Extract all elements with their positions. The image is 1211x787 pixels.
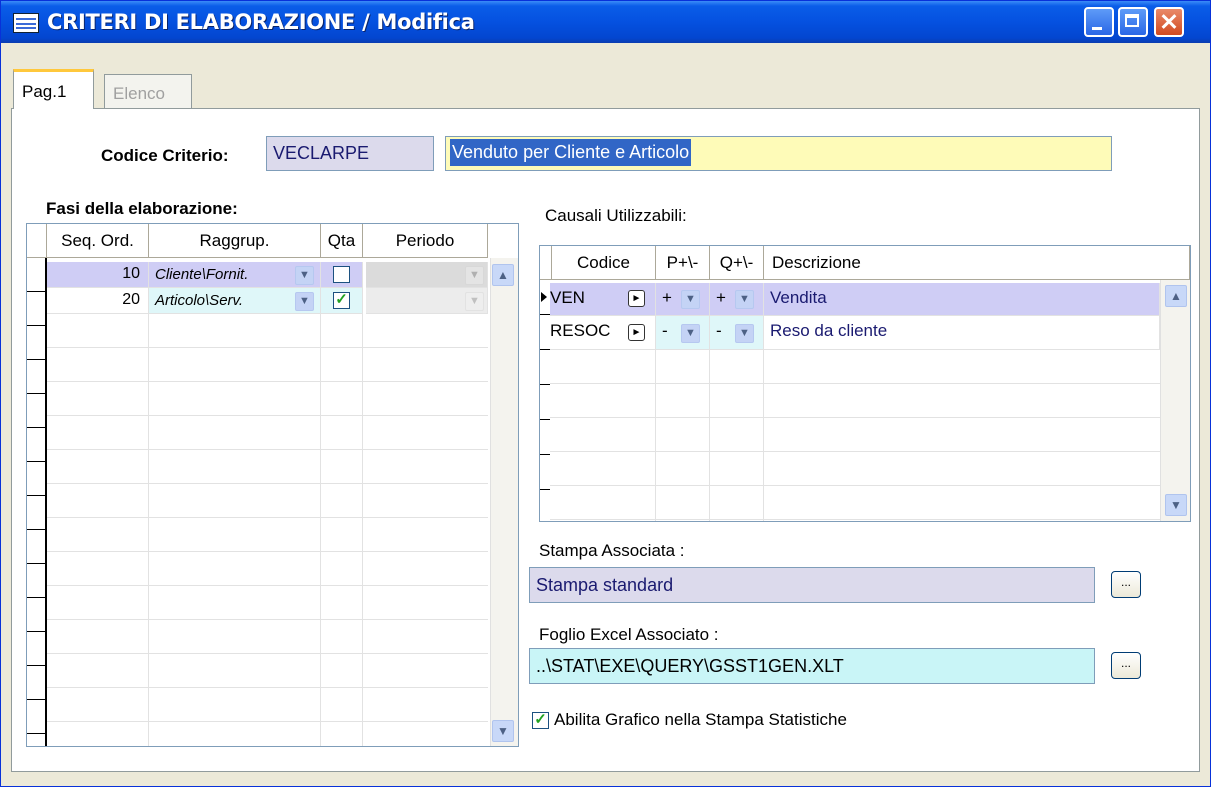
causali-header-p[interactable]: P+\-: [656, 246, 710, 280]
q-dropdown-icon[interactable]: ▼: [735, 290, 754, 309]
p-dropdown-icon[interactable]: ▼: [681, 324, 700, 343]
scroll-down-icon[interactable]: ▼: [1165, 494, 1187, 516]
fasi-header-raggrup[interactable]: Raggrup.: [149, 224, 321, 258]
grafico-checkbox[interactable]: ✓: [532, 712, 549, 729]
table-row-descrizione[interactable]: Reso da cliente: [764, 316, 1160, 350]
stampa-browse-button[interactable]: ...: [1111, 571, 1141, 598]
causali-header-indicator: [540, 246, 552, 280]
fasi-scrollbar[interactable]: ▲ ▼: [490, 258, 518, 746]
scroll-up-icon[interactable]: ▲: [1165, 285, 1187, 307]
window-title: CRITERI DI ELABORAZIONE / Modifica: [47, 10, 475, 34]
app-icon: [13, 13, 39, 33]
jump-link-icon[interactable]: ►: [628, 324, 645, 341]
qta-checkbox[interactable]: ✓: [333, 292, 350, 309]
descrizione-criterio-field[interactable]: Venduto per Cliente e Articolo: [445, 136, 1112, 171]
stampa-associata-field[interactable]: Stampa standard: [529, 567, 1095, 603]
scroll-down-icon[interactable]: ▼: [492, 720, 514, 742]
fasi-empty-rows: [47, 314, 488, 746]
minimize-button[interactable]: [1084, 7, 1114, 37]
stampa-associata-label: Stampa Associata :: [539, 541, 685, 560]
fasi-title: Fasi della elaborazione:: [46, 199, 238, 218]
causali-empty-rows: [550, 350, 1160, 521]
table-row-seq[interactable]: 20: [47, 288, 149, 314]
causali-grid: Codice P+\- Q+\- Descrizione VEN ► + ▼ +…: [539, 245, 1191, 522]
causali-header-codice[interactable]: Codice: [552, 246, 656, 280]
raggrup-dropdown-icon[interactable]: ▼: [295, 266, 314, 285]
excel-browse-button[interactable]: ...: [1111, 652, 1141, 679]
causali-indicator-lines: [540, 280, 550, 521]
raggrup-dropdown-icon[interactable]: ▼: [295, 292, 314, 311]
foglio-excel-field[interactable]: ..\STAT\EXE\QUERY\GSST1GEN.XLT: [529, 648, 1095, 684]
tab-pag1[interactable]: Pag.1: [13, 69, 94, 109]
current-row-icon: [541, 292, 547, 302]
codice-criterio-field[interactable]: VECLARPE: [266, 136, 434, 171]
table-row-descrizione[interactable]: Vendita: [764, 283, 1160, 316]
window: CRITERI DI ELABORAZIONE / Modifica Pag.1…: [0, 0, 1211, 787]
codice-criterio-label: Codice Criterio:: [101, 146, 229, 165]
foglio-excel-label: Foglio Excel Associato :: [539, 625, 719, 644]
maximize-button[interactable]: [1118, 7, 1148, 37]
grafico-label[interactable]: Abilita Grafico nella Stampa Statistiche: [554, 710, 847, 730]
table-row-seq[interactable]: 10: [47, 262, 149, 288]
tab-elenco[interactable]: Elenco: [104, 74, 192, 108]
causali-header-descrizione[interactable]: Descrizione: [764, 246, 1190, 280]
causali-title: Causali Utilizzabili:: [545, 206, 687, 225]
fasi-header-indicator: [27, 224, 47, 258]
fasi-header-qta[interactable]: Qta: [321, 224, 363, 258]
fasi-header-periodo[interactable]: Periodo: [363, 224, 488, 258]
periodo-dropdown-icon[interactable]: ▼: [465, 266, 484, 285]
qta-checkbox[interactable]: [333, 266, 350, 283]
scroll-up-icon[interactable]: ▲: [492, 264, 514, 286]
title-bar[interactable]: CRITERI DI ELABORAZIONE / Modifica: [1, 1, 1210, 43]
fasi-header-seq[interactable]: Seq. Ord.: [47, 224, 149, 258]
p-dropdown-icon[interactable]: ▼: [681, 290, 700, 309]
descrizione-criterio-text: Venduto per Cliente e Articolo: [450, 139, 692, 166]
q-dropdown-icon[interactable]: ▼: [735, 324, 754, 343]
fasi-grid: Seq. Ord. Raggrup. Qta Periodo 10 Client…: [26, 223, 519, 747]
periodo-dropdown-icon[interactable]: ▼: [465, 292, 484, 311]
causali-scrollbar[interactable]: ▲ ▼: [1160, 280, 1190, 521]
close-button[interactable]: [1154, 7, 1184, 37]
jump-link-icon[interactable]: ►: [628, 290, 645, 307]
causali-header-q[interactable]: Q+\-: [710, 246, 764, 280]
fasi-indicator-lines: [27, 258, 45, 746]
